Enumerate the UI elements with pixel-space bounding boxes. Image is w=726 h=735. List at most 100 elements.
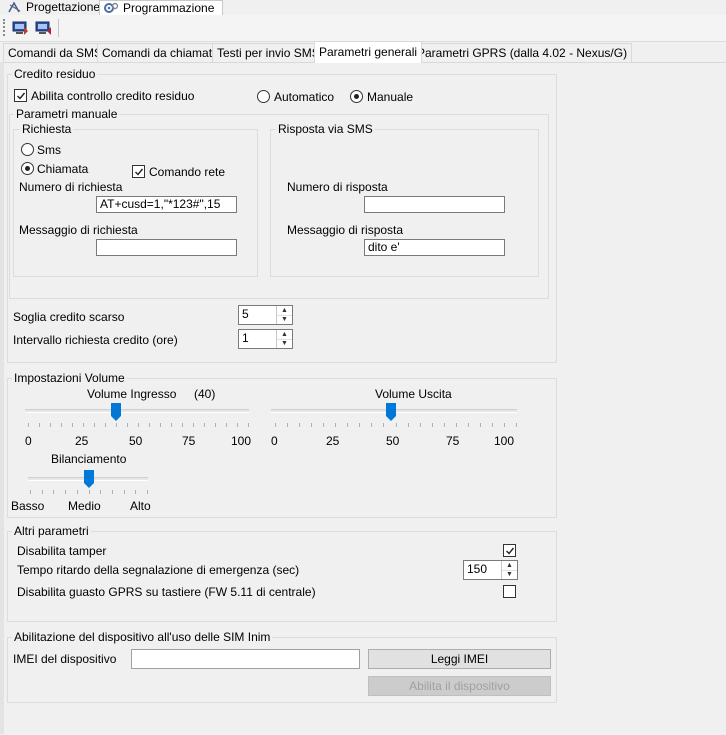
slider-tick xyxy=(383,423,385,427)
bilanciamento-basso: Basso xyxy=(11,499,45,513)
bilanciamento-thumb[interactable] xyxy=(83,470,94,488)
comando-rete-label: Comando rete xyxy=(149,165,226,179)
gear-icon xyxy=(103,2,119,14)
spin-down-icon[interactable]: ▼ xyxy=(502,570,517,579)
slider-tick xyxy=(39,423,40,427)
app-tab-label: Progettazione xyxy=(26,0,101,14)
spinner-arrows: ▲ ▼ xyxy=(276,330,292,348)
risposta-sms-title: Risposta via SMS xyxy=(276,122,375,136)
slider-tick xyxy=(455,423,457,427)
automatico-label: Automatico xyxy=(274,90,335,104)
ritardo-emergenza-label: Tempo ritardo della segnalazione di emer… xyxy=(17,563,300,577)
slider-tick xyxy=(111,490,113,494)
check-icon xyxy=(505,547,514,555)
app-tab-progettazione[interactable]: Progettazione xyxy=(5,0,104,14)
slider-tick xyxy=(100,490,102,494)
slider-tick xyxy=(395,423,397,427)
slider-tick xyxy=(65,490,67,494)
slider-tick xyxy=(287,423,289,427)
numero-risposta-input[interactable] xyxy=(364,196,505,213)
soglia-credito-spinner[interactable]: 5 ▲ ▼ xyxy=(238,305,293,325)
guasto-gprs-label: Disabilita guasto GPRS su tastiere (FW 5… xyxy=(17,585,316,599)
slider-tick xyxy=(359,423,361,427)
volume-ingresso-label: Volume Ingresso xyxy=(87,387,177,401)
leggi-imei-button[interactable]: Leggi IMEI xyxy=(368,649,551,669)
tamper-label: Disabilita tamper xyxy=(17,544,107,558)
slider-tick xyxy=(147,490,148,494)
volume-ingresso-thumb[interactable] xyxy=(111,403,121,421)
slider-tick xyxy=(275,423,276,427)
slider-tick xyxy=(61,423,62,427)
scale-label-uscita-75: 75 xyxy=(446,434,460,448)
read-device-button[interactable] xyxy=(11,19,29,37)
abilita-dispositivo-button[interactable]: Abilita il dispositivo xyxy=(368,676,551,696)
volume-uscita-thumb[interactable] xyxy=(385,403,396,421)
abilita-credito-checkbox[interactable] xyxy=(14,89,27,102)
slider-tick xyxy=(88,490,90,494)
messaggio-richiesta-input[interactable] xyxy=(96,239,237,256)
numero-richiesta-input[interactable] xyxy=(96,196,237,213)
slider-tick xyxy=(347,423,349,427)
slider-tick xyxy=(123,490,125,494)
bilanciamento-label: Bilanciamento xyxy=(51,452,127,466)
scale-label-ingresso-50: 50 xyxy=(129,434,143,448)
tamper-checkbox[interactable] xyxy=(503,544,516,557)
tab-comandi-sms[interactable]: Comandi da SMS xyxy=(3,43,108,62)
read-device-icon xyxy=(11,21,29,40)
automatico-radio[interactable] xyxy=(257,90,270,103)
sms-label: Sms xyxy=(37,143,61,157)
tab-comandi-chiamata[interactable]: Comandi da chiamata xyxy=(97,43,224,62)
altri-parametri-title: Altri parametri xyxy=(12,524,91,538)
ritardo-emergenza-spinner[interactable]: 150 ▲ ▼ xyxy=(463,560,518,580)
tab-parametri-gprs[interactable]: Parametri GPRS (dalla 4.02 - Nexus/G) xyxy=(412,43,633,62)
slider-tick xyxy=(204,423,205,427)
messaggio-risposta-label: Messaggio di risposta xyxy=(287,223,404,237)
parametri-manuale-title: Parametri manuale xyxy=(14,107,120,121)
numero-richiesta-label: Numero di richiesta xyxy=(19,180,123,194)
app-tab-programmazione[interactable]: Programmazione xyxy=(99,0,223,15)
imei-input[interactable] xyxy=(131,649,360,669)
guasto-gprs-checkbox[interactable] xyxy=(503,585,516,598)
intervallo-credito-spinner[interactable]: 1 ▲ ▼ xyxy=(238,329,293,349)
chiamata-radio[interactable] xyxy=(21,162,34,175)
scale-label-ingresso-75: 75 xyxy=(182,434,196,448)
comando-rete-checkbox[interactable] xyxy=(132,165,145,178)
slider-tick xyxy=(215,423,216,427)
slider-tick xyxy=(248,423,249,427)
manuale-label: Manuale xyxy=(367,90,414,104)
slider-tick xyxy=(41,490,43,494)
spinner-value: 150 xyxy=(467,562,488,576)
messaggio-risposta-input[interactable] xyxy=(364,239,505,256)
sms-radio[interactable] xyxy=(21,143,34,156)
imei-label: IMEI del dispositivo xyxy=(13,652,117,666)
volume-ingresso-track[interactable] xyxy=(25,409,249,413)
slider-tick xyxy=(443,423,445,427)
tab-parametri-generali[interactable]: Parametri generali xyxy=(314,41,423,63)
tab-testi-sms[interactable]: Testi per invio SMS xyxy=(212,43,325,62)
spin-down-icon[interactable]: ▼ xyxy=(277,339,292,348)
slider-tick xyxy=(419,423,421,427)
slider-tick xyxy=(72,423,73,427)
slider-tick xyxy=(479,423,481,427)
left-border xyxy=(0,62,4,734)
radio-dot xyxy=(25,166,30,171)
radio-dot xyxy=(354,94,359,99)
slider-tick xyxy=(226,423,227,427)
spin-down-icon[interactable]: ▼ xyxy=(277,315,292,324)
volume-ingresso-readout: (40) xyxy=(194,387,216,401)
bilanciamento-alto: Alto xyxy=(130,499,151,513)
volume-uscita-label: Volume Uscita xyxy=(375,387,452,401)
intervallo-credito-label: Intervallo richiesta credito (ore) xyxy=(13,333,178,347)
spinner-value: 1 xyxy=(242,331,249,345)
slider-tick xyxy=(105,423,106,427)
manuale-radio[interactable] xyxy=(350,90,363,103)
scale-label-uscita-100: 100 xyxy=(494,434,515,448)
slider-tick xyxy=(335,423,337,427)
slider-tick xyxy=(311,423,313,427)
slider-tick xyxy=(371,423,373,427)
write-device-button[interactable] xyxy=(34,19,52,37)
scale-label-ingresso-100: 100 xyxy=(231,434,252,448)
messaggio-richiesta-label: Messaggio di richiesta xyxy=(19,223,138,237)
slider-tick xyxy=(76,490,78,494)
toolbar-grip[interactable] xyxy=(3,19,7,36)
